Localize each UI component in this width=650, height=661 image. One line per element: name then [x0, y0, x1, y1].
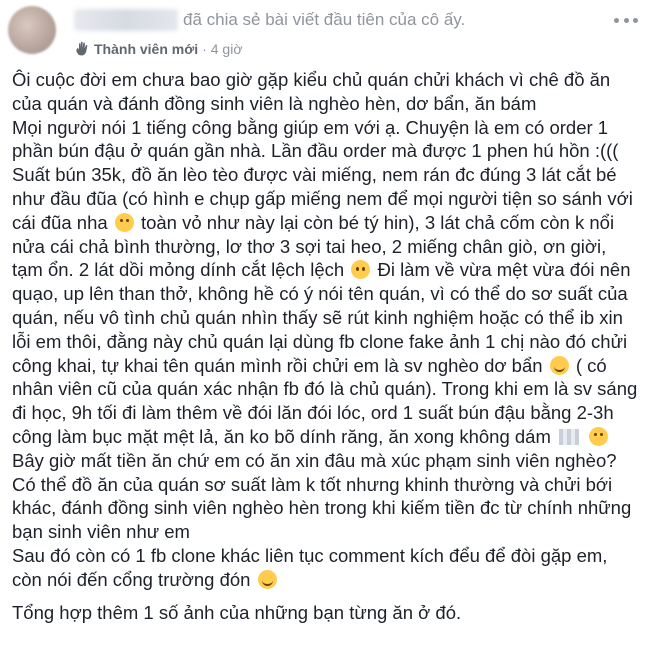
crying-face-emoji-icon	[589, 426, 609, 446]
avatar[interactable]	[8, 6, 56, 54]
post-line: Bây giờ mất tiền ăn chứ em có ăn xin đâu…	[12, 449, 617, 471]
post-paragraph-footer: Tổng hợp thêm 1 số ảnh của những bạn từn…	[12, 601, 462, 623]
post-line: ( có	[575, 354, 607, 376]
post-line: phần bún đậu ở quán gần nhà. Lần đầu ord…	[12, 140, 619, 162]
post-line: lỗi em thôi, đằng này chủ quán lại dùng …	[12, 330, 628, 352]
post-line: Đi làm về vừa mệt vừa đói nên	[377, 259, 631, 281]
post-line: Sau đó còn có 1 fb clone khác liên tục c…	[12, 544, 608, 566]
author-name-blurred[interactable]	[74, 9, 178, 31]
post-line: khác, đánh đồng sinh viên nghèo hèn tron…	[12, 497, 632, 519]
censored-emoji-icon	[559, 428, 580, 445]
post-line: Có thể đồ ăn của quán sơ suất làm k tốt …	[12, 473, 613, 495]
sad-face-emoji-icon	[351, 260, 371, 280]
post-line: cái đũa nha	[12, 211, 108, 233]
post-meta: Thành viên mới · 4 giờ	[74, 39, 243, 59]
post-line: đi học, 9h tối đi làm thêm về đói lăn đó…	[12, 402, 614, 424]
post-line: quán, nếu vô tình chủ quán nhìn thấy sẽ …	[12, 306, 623, 328]
post-time[interactable]: 4 giờ	[211, 41, 243, 57]
post-line: của quán và đánh đồng sinh viên là nghèo…	[12, 92, 537, 114]
more-options-icon[interactable]	[614, 14, 638, 26]
shared-post-text: đã chia sẻ bài viết đầu tiên của cô ấy.	[183, 10, 466, 29]
post-paragraph-main: Ôi cuộc đời em chưa bao giờ gặp kiểu chủ…	[12, 68, 642, 592]
post-line: công khai, tự khai tên quán mình rồi chử…	[12, 354, 543, 376]
post-line: nhân viên cũ của quán xác nhận fb đó là …	[12, 378, 638, 400]
post-content: Ôi cuộc đời em chưa bao giờ gặp kiểu chủ…	[12, 68, 642, 624]
post-header: đã chia sẻ bài viết đầu tiên của cô ấy. …	[0, 0, 650, 62]
crying-face-emoji-icon	[114, 212, 134, 232]
post-line: nửa cái chả bình thường, lơ thơ 3 sợi ta…	[12, 235, 607, 257]
post-line: công làm bục mặt mệt lả, ăn ko bõ dính r…	[12, 425, 551, 447]
post-line: bạn sinh viên như em	[12, 521, 190, 543]
waving-hand-icon	[76, 41, 88, 56]
post-line: Mọi người nói 1 tiếng công bằng giúp em …	[12, 116, 609, 138]
post-line: quạo, up lên than thở, không hề có ý nói…	[12, 283, 628, 305]
new-member-badge[interactable]: Thành viên mới	[94, 41, 198, 57]
post-line: còn nói đến cổng trường đón	[12, 568, 251, 590]
post-line: như đầu đũa (có hình e chụp gấp miếng ne…	[12, 187, 633, 209]
post-line: Ôi cuộc đời em chưa bao giờ gặp kiểu chủ…	[12, 69, 611, 90]
smiling-face-emoji-icon	[549, 355, 569, 375]
post-line: toàn vỏ như này lại còn bé tý hin), 3 lá…	[140, 211, 615, 233]
meta-separator: ·	[202, 41, 207, 57]
smiling-face-emoji-icon	[257, 569, 277, 589]
post-line: tạm ổn. 2 lát dồi mỏng dính cắt lệch lệc…	[12, 259, 345, 281]
post-line: Suất bún 35k, đồ ăn lèo tèo được vài miế…	[12, 164, 617, 186]
